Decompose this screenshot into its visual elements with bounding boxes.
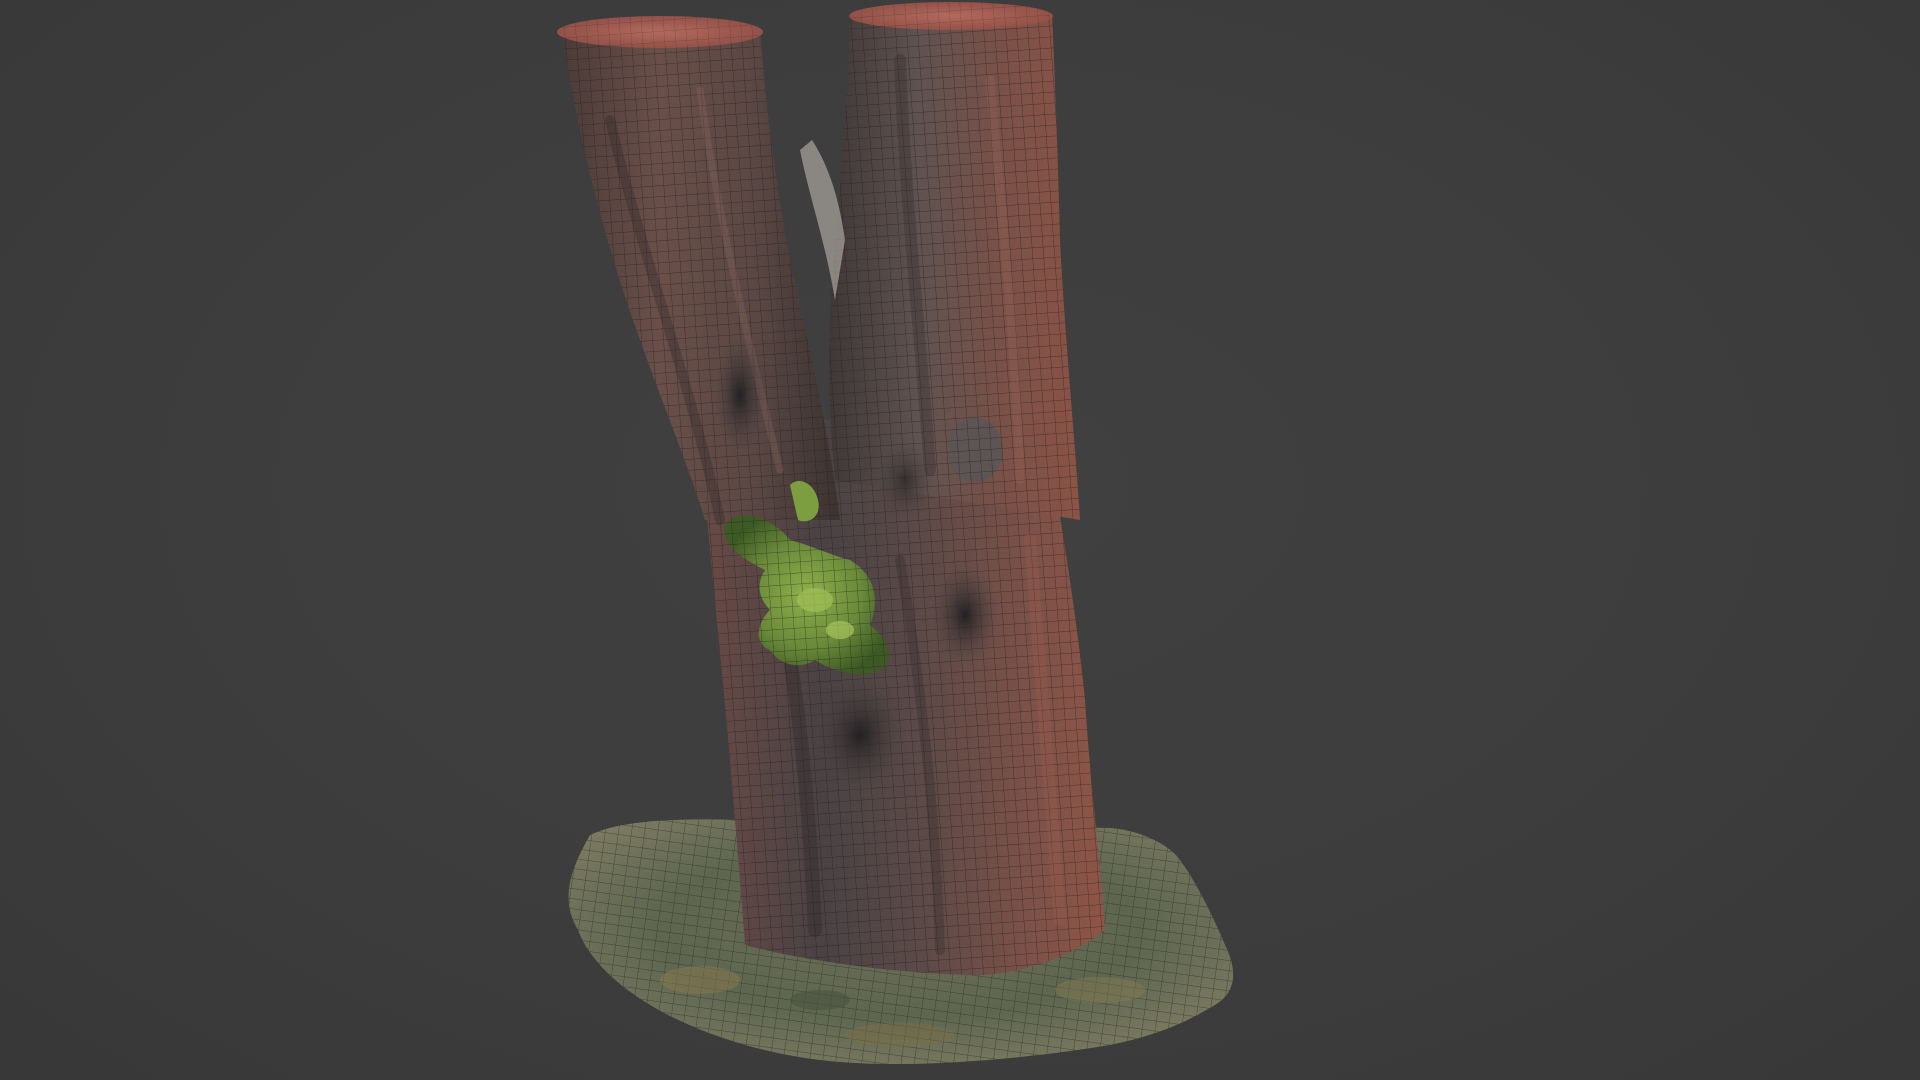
3d-viewport[interactable] — [0, 0, 1920, 1080]
viewport-canvas[interactable] — [0, 0, 1920, 1080]
fork-crotch — [800, 140, 845, 300]
